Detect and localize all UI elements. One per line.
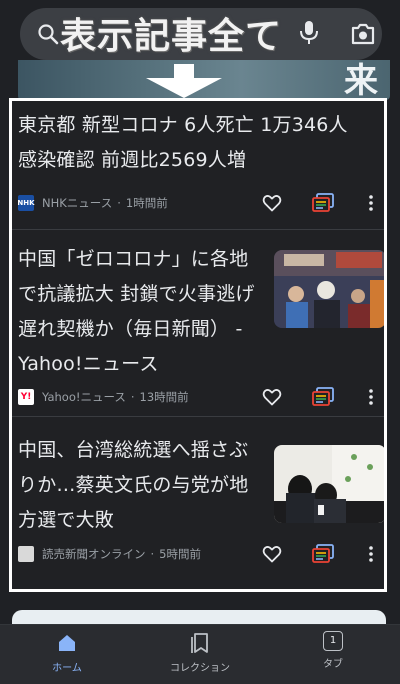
- tab-count-icon: 1: [323, 631, 343, 651]
- down-arrow-graphic: [146, 64, 222, 98]
- news-feed-screen: 来 表示記事全て 東京都 新型コロナ 6人死亡 1万346人 感染確認 前週比2…: [0, 0, 400, 684]
- camera-icon[interactable]: [350, 22, 376, 46]
- headline-line: りか…蔡英文氏の与党が地: [18, 474, 249, 496]
- source-logo-yomiuri: [18, 546, 34, 562]
- protest-photo: [274, 250, 386, 328]
- source-name[interactable]: NHKニュース: [42, 195, 112, 211]
- article-meta: 読売新聞オンライン · 5時間前: [18, 544, 201, 564]
- nav-home[interactable]: ホーム: [12, 631, 122, 681]
- article-headline[interactable]: 中国、台湾総統選へ揺さぶ りか…蔡英文氏の与党が地 方選で大敗: [18, 433, 268, 538]
- article-card[interactable]: 東京都 新型コロナ 6人死亡 1万346人 感染確認 前週比2569人増 NHK…: [12, 100, 386, 228]
- publish-time: 1時間前: [125, 196, 168, 210]
- article-thumbnail[interactable]: [274, 445, 386, 523]
- collection-icon[interactable]: [312, 544, 334, 564]
- more-options-icon[interactable]: [368, 194, 374, 212]
- home-icon: [59, 635, 75, 651]
- source-logo-nhk: NHK: [17, 195, 35, 211]
- nav-collections-label: コレクション: [170, 663, 230, 674]
- nav-tabs[interactable]: 1 タブ: [278, 631, 388, 681]
- collection-icon[interactable]: [312, 387, 334, 407]
- microphone-icon[interactable]: [298, 20, 320, 46]
- source-name[interactable]: Yahoo!ニュース: [42, 389, 126, 405]
- publish-time: 13時間前: [139, 390, 189, 404]
- headline-line: 東京都 新型コロナ 6人死亡 1万346人: [18, 114, 348, 136]
- headline-line: で抗議拡大 封鎖で火事逃げ: [18, 283, 255, 305]
- headline-line: Yahoo!ニュース: [18, 353, 159, 375]
- article-thumbnail[interactable]: [274, 250, 386, 328]
- headline-line: 中国「ゼロコロナ」に各地: [18, 248, 249, 270]
- nav-home-label: ホーム: [52, 663, 82, 674]
- meta-separator: ·: [117, 196, 121, 210]
- heart-icon[interactable]: [262, 545, 282, 563]
- heart-icon[interactable]: [262, 388, 282, 406]
- hero-caption-glyph: 来: [344, 61, 378, 101]
- headline-line: 中国、台湾総統選へ揺さぶ: [18, 439, 249, 461]
- article-meta: Y! Yahoo!ニュース · 13時間前: [18, 387, 189, 407]
- headline-line: 方選で大敗: [18, 509, 115, 531]
- article-headline[interactable]: 東京都 新型コロナ 6人死亡 1万346人 感染確認 前週比2569人増: [18, 108, 348, 178]
- nav-tabs-label: タブ: [323, 659, 343, 670]
- overlay-caption: 表示記事全て: [60, 16, 283, 57]
- more-options-icon[interactable]: [368, 388, 374, 406]
- source-logo-yahoo: Y!: [18, 389, 34, 405]
- publish-time: 5時間前: [159, 547, 201, 561]
- press-bow-photo: [274, 445, 386, 523]
- heart-icon[interactable]: [262, 194, 282, 212]
- headline-line: 感染確認 前週比2569人増: [18, 149, 247, 171]
- headline-line: 遅れ契機か（毎日新聞） -: [18, 318, 243, 340]
- bottom-navigation: ホーム コレクション 1 タブ: [0, 624, 400, 684]
- more-options-icon[interactable]: [368, 545, 374, 563]
- bookmark-collection-icon: [191, 633, 208, 653]
- meta-separator: ·: [150, 547, 155, 561]
- nav-collections[interactable]: コレクション: [145, 631, 255, 681]
- article-card[interactable]: 中国「ゼロコロナ」に各地 で抗議拡大 封鎖で火事逃げ 遅れ契機か（毎日新聞） -…: [12, 230, 386, 415]
- search-icon[interactable]: [36, 22, 60, 46]
- source-name[interactable]: 読売新聞オンライン: [42, 546, 146, 562]
- article-headline[interactable]: 中国「ゼロコロナ」に各地 で抗議拡大 封鎖で火事逃げ 遅れ契機か（毎日新聞） -…: [18, 242, 268, 382]
- collection-icon[interactable]: [312, 193, 334, 213]
- meta-separator: ·: [130, 390, 135, 404]
- article-meta: NHK NHKニュース · 1時間前: [17, 193, 168, 213]
- article-card[interactable]: 中国、台湾総統選へ揺さぶ りか…蔡英文氏の与党が地 方選で大敗 読売新聞オンライ…: [12, 417, 386, 580]
